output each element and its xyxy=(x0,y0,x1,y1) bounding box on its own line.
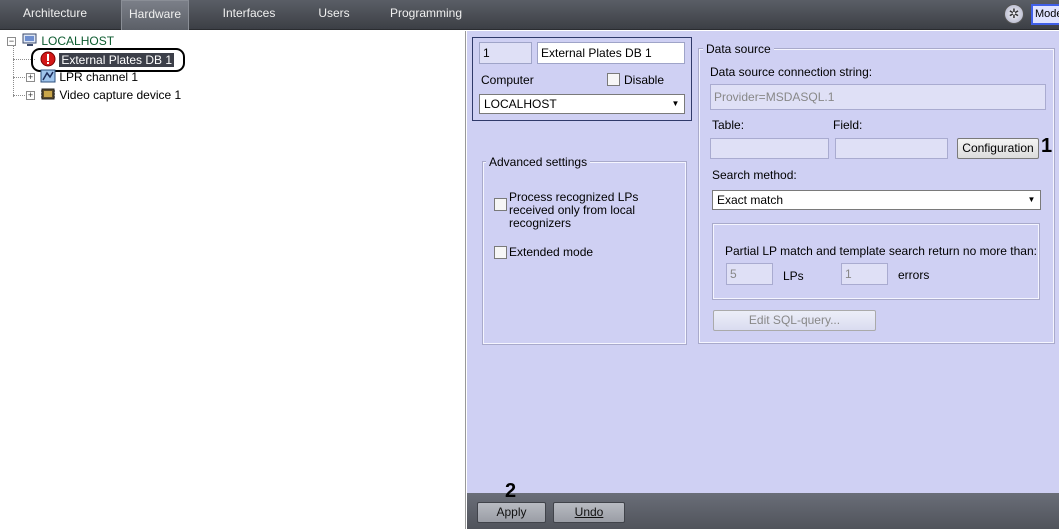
search-method-label: Search method: xyxy=(712,168,797,182)
computer-select-value: LOCALHOST xyxy=(484,97,557,111)
process-local-label: Process recognized LPs received only fro… xyxy=(509,190,639,230)
capture-card-icon xyxy=(41,88,55,100)
object-name-field[interactable]: External Plates DB 1 xyxy=(537,42,685,64)
partial-match-text: Partial LP match and template search ret… xyxy=(725,244,1037,258)
settings-gear-icon[interactable]: ✲ xyxy=(1004,4,1024,24)
lps-label: LPs xyxy=(783,269,804,283)
advanced-settings-title: Advanced settings xyxy=(486,155,591,169)
search-method-value: Exact match xyxy=(717,193,784,207)
hardware-tree: − LOCALHOST External Plates DB 1 + LPR c… xyxy=(0,31,466,529)
callout-1: 1 xyxy=(1041,135,1053,157)
configuration-button[interactable]: Configuration xyxy=(957,138,1039,159)
search-method-select[interactable]: Exact match ▼ xyxy=(712,190,1041,210)
computer-select[interactable]: LOCALHOST ▼ xyxy=(479,94,685,114)
collapse-icon[interactable]: − xyxy=(7,37,16,46)
mode-button[interactable]: Mode xyxy=(1031,4,1059,25)
main-tab-bar: Architecture Hardware Interfaces Users P… xyxy=(0,0,1059,30)
undo-button[interactable]: Undo xyxy=(553,502,625,523)
expand-icon[interactable]: + xyxy=(26,91,35,100)
computer-label: Computer xyxy=(481,73,534,87)
error-icon xyxy=(40,51,56,67)
apply-button[interactable]: Apply xyxy=(477,502,546,523)
edit-sql-query-button[interactable]: Edit SQL-query... xyxy=(713,310,876,331)
chevron-down-icon: ▼ xyxy=(671,99,680,108)
tree-root-label: LOCALHOST xyxy=(41,34,115,48)
process-local-checkbox[interactable] xyxy=(494,198,507,211)
tree-item-lpr-channel[interactable]: LPR channel 1 xyxy=(40,69,138,85)
tab-hardware[interactable]: Hardware xyxy=(121,0,189,30)
chevron-down-icon: ▼ xyxy=(1027,195,1036,204)
tree-connector xyxy=(13,45,14,97)
field-field[interactable] xyxy=(835,138,948,159)
tree-item-label: External Plates DB 1 xyxy=(59,53,175,67)
data-source-title: Data source xyxy=(703,42,774,56)
expand-icon[interactable]: + xyxy=(26,73,35,82)
errors-label: errors xyxy=(898,268,930,282)
extended-mode-label: Extended mode xyxy=(509,245,594,259)
table-field[interactable] xyxy=(710,138,829,159)
tree-item-label: Video capture device 1 xyxy=(59,88,182,102)
settings-panel: 1 External Plates DB 1 Computer Disable … xyxy=(467,31,1059,493)
tree-root-localhost[interactable]: LOCALHOST xyxy=(22,33,114,49)
lpr-channel-icon xyxy=(40,69,56,83)
partial-match-group xyxy=(712,223,1040,300)
callout-2: 2 xyxy=(505,480,517,502)
tree-item-label: LPR channel 1 xyxy=(59,70,139,84)
tree-item-video-capture-device[interactable]: Video capture device 1 xyxy=(40,87,181,103)
lps-field[interactable]: 5 xyxy=(726,263,773,285)
connection-string-label: Data source connection string: xyxy=(710,65,873,79)
disable-checkbox[interactable] xyxy=(607,73,620,86)
tab-programming[interactable]: Programming xyxy=(386,0,466,30)
errors-field[interactable]: 1 xyxy=(841,263,888,285)
computer-icon xyxy=(22,33,37,46)
disable-label: Disable xyxy=(624,73,665,87)
tab-users[interactable]: Users xyxy=(308,0,360,30)
connection-string-field[interactable]: Provider=MSDASQL.1 xyxy=(710,84,1046,110)
field-label: Field: xyxy=(833,118,863,132)
extended-mode-checkbox[interactable] xyxy=(494,246,507,259)
table-label: Table: xyxy=(712,118,745,132)
object-id-field[interactable]: 1 xyxy=(479,42,532,64)
tree-item-external-plates-db[interactable]: External Plates DB 1 xyxy=(40,51,175,67)
tab-architecture[interactable]: Architecture xyxy=(16,0,94,30)
tab-interfaces[interactable]: Interfaces xyxy=(214,0,284,30)
